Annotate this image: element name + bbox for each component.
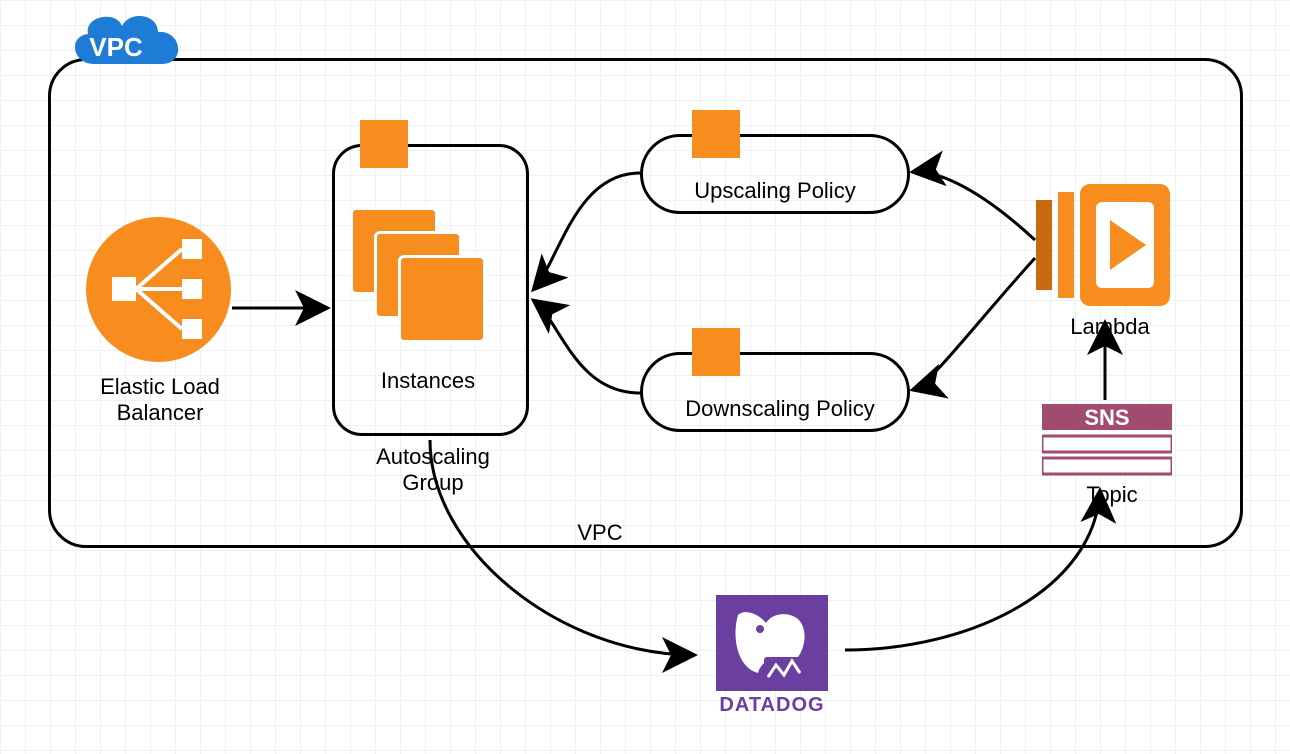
asg-square-icon (360, 120, 408, 168)
sns-label: Topic (1072, 482, 1152, 508)
datadog-icon: DATADOG (702, 595, 842, 715)
asg-label: Autoscaling Group (348, 444, 518, 497)
svg-text:DATADOG: DATADOG (719, 694, 824, 715)
upscale-label: Upscaling Policy (660, 178, 890, 204)
svg-text:SNS: SNS (1084, 405, 1129, 430)
instances-label: Instances (358, 368, 498, 394)
elb-label: Elastic Load Balancer (78, 374, 242, 427)
vpc-label-bottom: VPC (560, 520, 640, 546)
vpc-cloud-icon: VPC (62, 4, 190, 80)
downscale-square-icon (692, 328, 740, 376)
downscale-label: Downscaling Policy (655, 396, 905, 422)
vpc-cloud-text: VPC (89, 32, 143, 62)
elb-icon (86, 217, 231, 362)
sns-icon: SNS (1042, 404, 1172, 479)
diagram-canvas: VPC VPC Elastic Load Balancer Instances … (0, 0, 1290, 754)
lambda-icon (1028, 180, 1178, 310)
lambda-label: Lambda (1060, 314, 1160, 340)
upscale-square-icon (692, 110, 740, 158)
